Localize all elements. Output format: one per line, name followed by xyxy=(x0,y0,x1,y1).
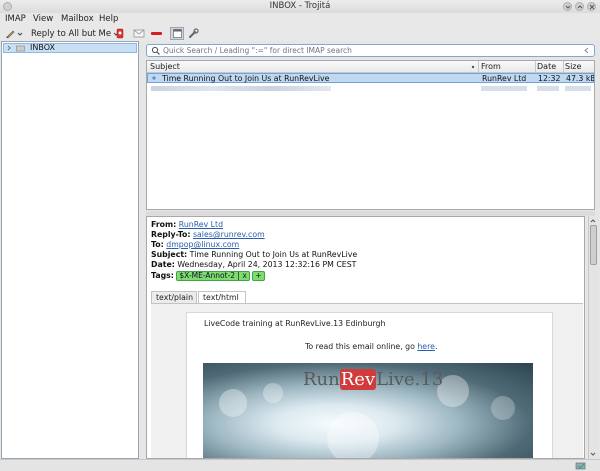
inbox-tray-icon xyxy=(16,45,25,52)
tag-add-button[interactable]: + xyxy=(252,271,265,281)
clear-search-icon[interactable] xyxy=(582,46,591,55)
maximize-icon[interactable] xyxy=(575,2,584,11)
header-reply-to: Reply-To: sales@runrev.com xyxy=(151,230,265,239)
expand-arrow-icon[interactable] xyxy=(6,45,12,51)
message-list: Subject From Date Size Time Running Out … xyxy=(146,60,595,210)
menu-view[interactable]: View xyxy=(33,14,53,24)
mark-read-button[interactable] xyxy=(133,27,145,40)
compose-button[interactable] xyxy=(5,27,23,40)
scroll-up-icon[interactable] xyxy=(589,217,597,224)
message-scrollbar[interactable] xyxy=(588,216,598,459)
menu-bar: IMAP View Mailbox Help xyxy=(0,13,600,26)
envelope-icon xyxy=(133,29,145,38)
toolbar: Reply to All but Me xyxy=(0,26,600,41)
column-from[interactable]: From xyxy=(481,62,501,71)
column-date[interactable]: Date xyxy=(537,62,556,71)
title-bar: INBOX - Trojitá xyxy=(0,0,600,14)
window-layout-icon xyxy=(172,29,182,38)
status-bar xyxy=(0,459,600,471)
message-from: RunRev Ltd xyxy=(482,74,527,83)
attachment-button[interactable] xyxy=(115,27,125,40)
header-subject: Subject: Time Running Out to Join Us at … xyxy=(151,250,358,259)
from-link[interactable]: RunRev Ltd xyxy=(179,220,223,229)
tab-text-plain[interactable]: text/plain xyxy=(151,291,197,303)
message-list-header: Subject From Date Size xyxy=(147,61,594,73)
attachment-icon xyxy=(116,28,124,39)
wrench-icon xyxy=(189,28,199,38)
header-to: To: dmpop@linux.com xyxy=(151,240,240,249)
menu-imap[interactable]: IMAP xyxy=(5,14,26,24)
reply-all-label: Reply to All but Me xyxy=(31,28,112,39)
message-row-blurred[interactable] xyxy=(147,84,594,93)
scroll-down-icon[interactable] xyxy=(589,451,597,458)
message-row[interactable]: Time Running Out to Join Us at RunRevLiv… xyxy=(147,73,594,83)
menu-help[interactable]: Help xyxy=(99,14,118,24)
tag-chip[interactable]: $X-ME-Annot-2 | x xyxy=(176,271,250,281)
settings-button[interactable] xyxy=(188,27,199,40)
search-input[interactable] xyxy=(163,45,583,56)
message-size: 47.3 kB xyxy=(566,74,595,83)
network-status-icon[interactable] xyxy=(575,461,587,470)
window-title: INBOX - Trojitá xyxy=(269,1,331,11)
message-subject: Time Running Out to Join Us at RunRevLiv… xyxy=(162,74,330,83)
close-icon[interactable] xyxy=(587,2,596,11)
view-toggle-button[interactable] xyxy=(170,27,184,40)
menu-mailbox[interactable]: Mailbox xyxy=(61,14,94,24)
runrevlive-logo: RunRevLive.13 xyxy=(303,369,444,390)
read-online-link[interactable]: here xyxy=(417,342,435,351)
delete-button[interactable] xyxy=(150,27,163,40)
mailbox-item-inbox[interactable]: INBOX xyxy=(3,43,137,53)
thread-star-icon xyxy=(152,76,156,80)
header-from: From: RunRev Ltd xyxy=(151,220,224,229)
quick-search[interactable] xyxy=(146,44,595,57)
header-date: Date: Wednesday, April 24, 2013 12:32:16… xyxy=(151,260,357,269)
email-card: LiveCode training at RunRevLive.13 Edinb… xyxy=(186,312,553,458)
compose-dropdown-icon[interactable] xyxy=(17,31,23,37)
message-date: 12:32 xyxy=(538,74,561,83)
compose-pen-icon xyxy=(6,30,15,39)
runrev-banner-image[interactable]: RunRevLive.13 xyxy=(203,363,533,458)
tag-remove-button[interactable]: x xyxy=(242,271,246,280)
header-tags: Tags: $X-ME-Annot-2 | x + xyxy=(151,271,265,281)
reply-to-link[interactable]: sales@runrev.com xyxy=(193,230,265,239)
email-heading: LiveCode training at RunRevLive.13 Edinb… xyxy=(204,319,386,328)
search-icon xyxy=(151,46,160,55)
reply-all-button[interactable]: Reply to All but Me xyxy=(31,27,119,40)
tab-text-html[interactable]: text/html xyxy=(198,291,246,303)
column-sort-icon[interactable] xyxy=(470,64,476,70)
to-link[interactable]: dmpop@linux.com xyxy=(166,240,239,249)
delete-minus-icon xyxy=(151,32,162,35)
column-subject[interactable]: Subject xyxy=(150,62,180,71)
scrollbar-thumb[interactable] xyxy=(590,225,597,265)
minimize-icon[interactable] xyxy=(563,2,572,11)
mailbox-label: INBOX xyxy=(30,43,55,52)
message-view: From: RunRev Ltd Reply-To: sales@runrev.… xyxy=(146,216,585,459)
column-size[interactable]: Size xyxy=(565,62,581,71)
email-online-line: To read this email online, go here. xyxy=(305,342,438,351)
html-body: LiveCode training at RunRevLive.13 Edinb… xyxy=(151,303,583,458)
mailbox-tree: INBOX xyxy=(1,41,139,459)
